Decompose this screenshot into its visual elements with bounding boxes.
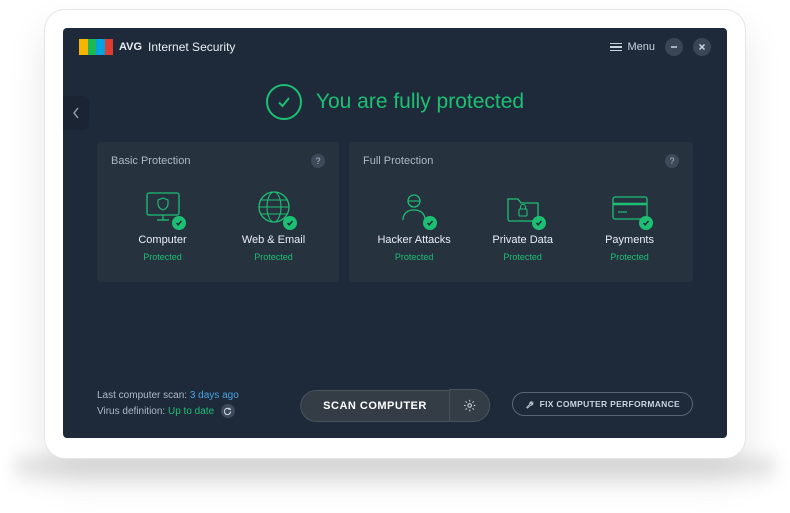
tile-private-data[interactable]: Private Data Protected bbox=[486, 182, 560, 266]
chevron-left-icon bbox=[72, 107, 80, 119]
tile-payments[interactable]: Payments Protected bbox=[593, 182, 667, 266]
panel-basic-protection: Basic Protection ? Computer Protected bbox=[97, 142, 339, 282]
close-icon bbox=[698, 43, 706, 51]
help-button-full[interactable]: ? bbox=[665, 154, 679, 168]
panel-title-basic: Basic Protection bbox=[111, 155, 190, 167]
tile-status: Protected bbox=[610, 252, 649, 262]
status-check-icon bbox=[266, 84, 302, 120]
last-scan-label: Last computer scan: bbox=[97, 390, 187, 401]
globe-icon bbox=[253, 186, 295, 228]
monitor-shield-icon bbox=[142, 186, 184, 228]
status-banner: You are fully protected bbox=[63, 66, 727, 142]
tile-status: Protected bbox=[143, 252, 182, 262]
virus-def-label: Virus definition: bbox=[97, 406, 165, 417]
product-name: Internet Security bbox=[148, 40, 235, 54]
fix-performance-button[interactable]: FIX COMPUTER PERFORMANCE bbox=[512, 392, 693, 416]
tile-web-email[interactable]: Web & Email Protected bbox=[237, 182, 311, 266]
help-button-basic[interactable]: ? bbox=[311, 154, 325, 168]
fix-button-label: FIX COMPUTER PERFORMANCE bbox=[540, 399, 680, 409]
panel-title-full: Full Protection bbox=[363, 155, 433, 167]
tile-status: Protected bbox=[503, 252, 542, 262]
tile-name: Computer bbox=[138, 234, 186, 246]
hacker-icon bbox=[393, 186, 435, 228]
folder-lock-icon bbox=[502, 186, 544, 228]
back-button[interactable] bbox=[63, 96, 89, 130]
hamburger-icon bbox=[610, 43, 622, 52]
credit-card-icon bbox=[609, 186, 651, 228]
minimize-button[interactable] bbox=[665, 38, 683, 56]
wrench-icon bbox=[525, 399, 535, 409]
close-button[interactable] bbox=[693, 38, 711, 56]
menu-label: Menu bbox=[627, 41, 655, 53]
tile-name: Private Data bbox=[492, 234, 553, 246]
status-headline: You are fully protected bbox=[316, 90, 524, 114]
tile-status: Protected bbox=[395, 252, 434, 262]
brand: AVG Internet Security bbox=[79, 39, 235, 55]
scan-settings-button[interactable] bbox=[449, 389, 490, 422]
last-scan-value[interactable]: 3 days ago bbox=[190, 390, 239, 401]
tile-name: Hacker Attacks bbox=[377, 234, 450, 246]
refresh-button[interactable] bbox=[221, 404, 235, 418]
tile-name: Web & Email bbox=[242, 234, 305, 246]
refresh-icon bbox=[223, 407, 232, 416]
avg-logo-icon bbox=[79, 39, 113, 55]
app-header: AVG Internet Security Menu bbox=[63, 28, 727, 66]
minimize-icon bbox=[670, 43, 678, 51]
tile-computer[interactable]: Computer Protected bbox=[126, 182, 200, 266]
panel-full-protection: Full Protection ? Hacker Attacks Protect… bbox=[349, 142, 693, 282]
menu-button[interactable]: Menu bbox=[610, 41, 655, 53]
tile-name: Payments bbox=[605, 234, 654, 246]
gear-icon bbox=[463, 399, 476, 412]
scan-computer-button[interactable]: SCAN COMPUTER bbox=[300, 390, 449, 422]
tile-hacker-attacks[interactable]: Hacker Attacks Protected bbox=[375, 182, 452, 266]
tile-status: Protected bbox=[254, 252, 293, 262]
scan-info: Last computer scan: 3 days ago Virus def… bbox=[97, 388, 239, 420]
virus-def-value: Up to date bbox=[168, 406, 214, 417]
brand-name: AVG bbox=[119, 41, 142, 53]
